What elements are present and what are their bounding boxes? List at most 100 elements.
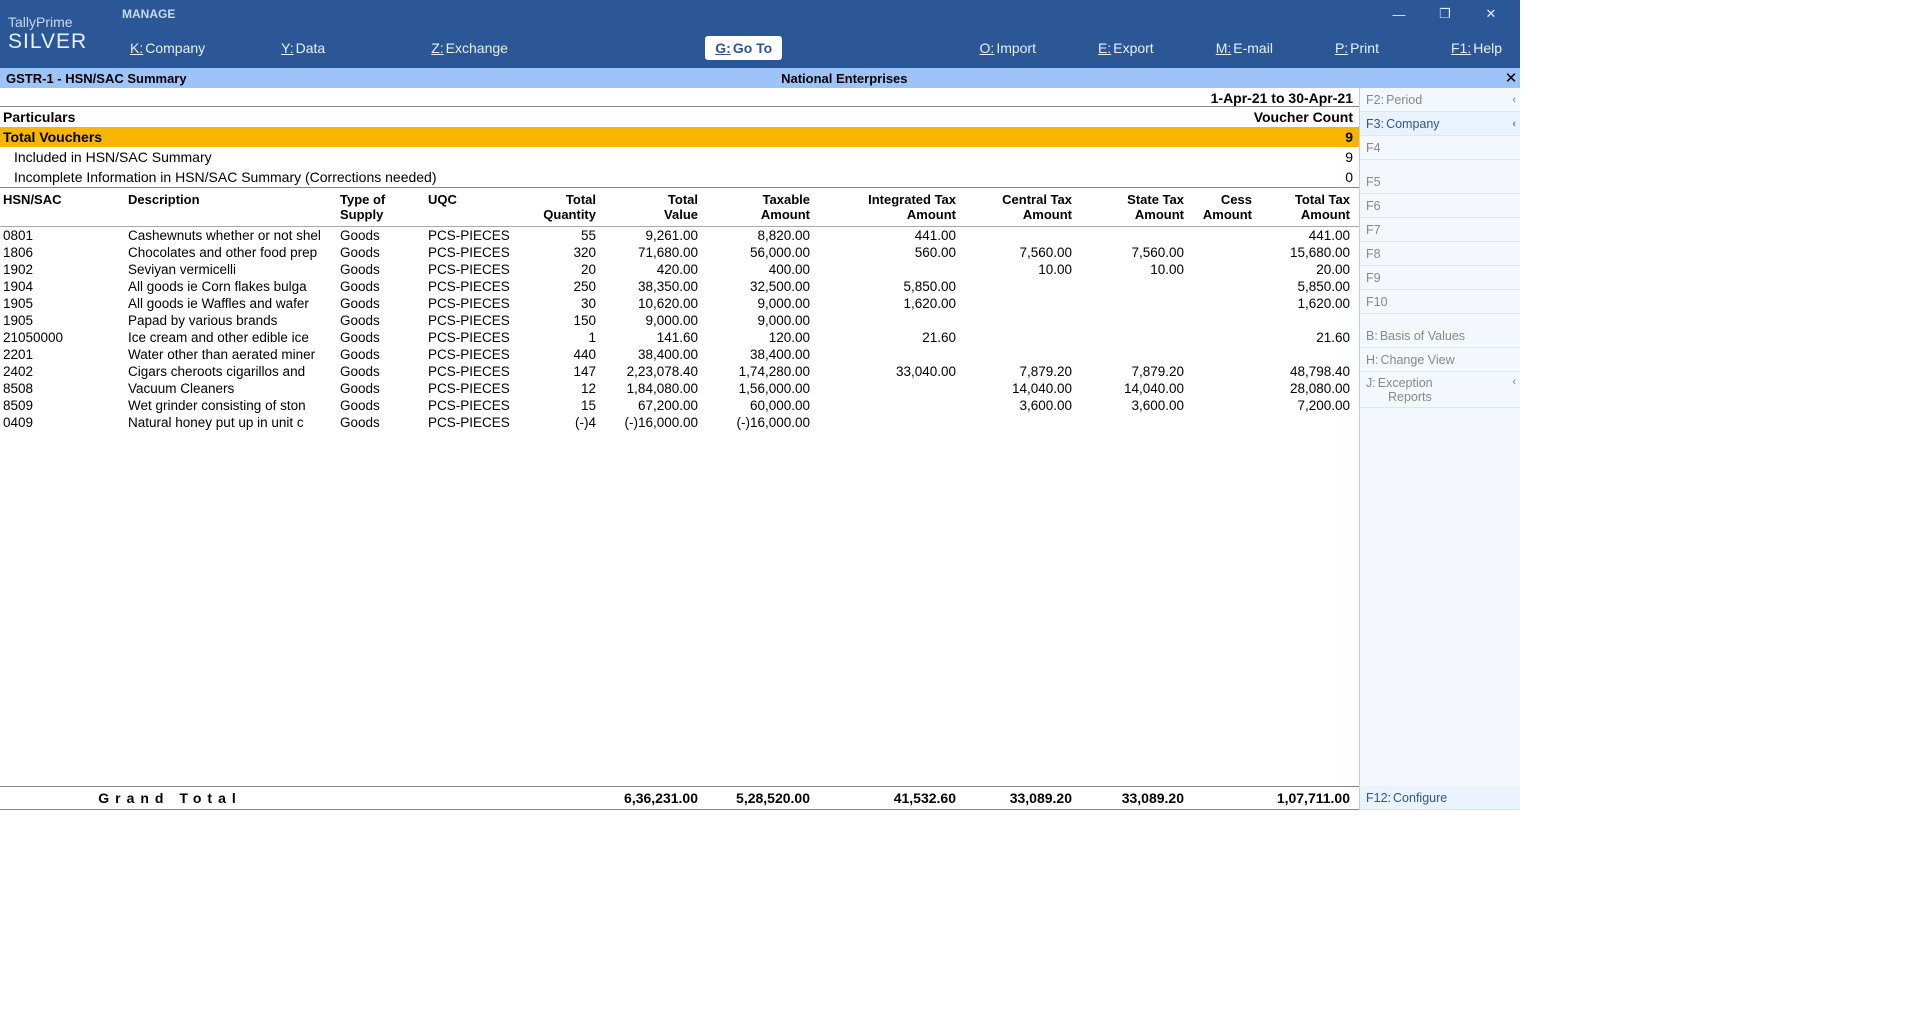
- side-f9[interactable]: F9: [1360, 266, 1520, 290]
- table-row[interactable]: 1905All goods ie Waffles and waferGoodsP…: [0, 295, 1359, 312]
- side-f10[interactable]: F10: [1360, 290, 1520, 314]
- manage-label[interactable]: MANAGE: [122, 7, 175, 21]
- cell-sgst: [1072, 296, 1184, 311]
- included-row[interactable]: Included in HSN/SAC Summary 9: [0, 147, 1359, 167]
- cell-qty: 250: [524, 279, 596, 294]
- menu-email[interactable]: M:E-mail: [1208, 28, 1281, 68]
- cell-val: 141.60: [596, 330, 698, 345]
- side-f4[interactable]: F4: [1360, 136, 1520, 160]
- side-f8[interactable]: F8: [1360, 242, 1520, 266]
- col-sgst: State Tax: [1127, 192, 1184, 207]
- menu-exchange[interactable]: Z:Exchange: [423, 28, 516, 68]
- cell-qty: 150: [524, 313, 596, 328]
- cell-desc: Vacuum Cleaners: [128, 381, 340, 396]
- report-header: GSTR-1 - HSN/SAC Summary National Enterp…: [0, 68, 1520, 88]
- maximize-icon[interactable]: ❐: [1422, 0, 1468, 28]
- cell-igst: 5,850.00: [810, 279, 956, 294]
- table-row[interactable]: 1806Chocolates and other food prepGoodsP…: [0, 244, 1359, 261]
- cell-cgst: [956, 330, 1072, 345]
- side-change-view[interactable]: H:Change View: [1360, 348, 1520, 372]
- side-f3-company[interactable]: F3:Company‹: [1360, 112, 1520, 136]
- cell-qty: 15: [524, 398, 596, 413]
- table-row[interactable]: 1905Papad by various brandsGoodsPCS-PIEC…: [0, 312, 1359, 329]
- grand-total-label: Grand Total: [0, 790, 340, 806]
- cell-hsn: 2402: [0, 364, 128, 379]
- total-vouchers-row[interactable]: Total Vouchers 9: [0, 127, 1359, 147]
- table-row[interactable]: 0801Cashewnuts whether or not shelGoodsP…: [0, 227, 1359, 244]
- cell-uqc: PCS-PIECES: [428, 228, 524, 243]
- menu-data[interactable]: Y:Data: [273, 28, 333, 68]
- cell-tax: 56,000.00: [698, 245, 810, 260]
- side-f2-period[interactable]: F2:Period‹: [1360, 88, 1520, 112]
- report-close-icon[interactable]: ✕: [1502, 69, 1520, 87]
- table-row[interactable]: 1904All goods ie Corn flakes bulgaGoodsP…: [0, 278, 1359, 295]
- table-row[interactable]: 2402Cigars cheroots cigarillos andGoodsP…: [0, 363, 1359, 380]
- menu-help[interactable]: F1:Help: [1443, 28, 1510, 68]
- cell-type: Goods: [340, 381, 428, 396]
- menu-goto[interactable]: G:Go To: [705, 36, 782, 60]
- cell-hsn: 2201: [0, 347, 128, 362]
- side-basis-values[interactable]: B:Basis of Values: [1360, 324, 1520, 348]
- cell-cess: [1184, 245, 1252, 260]
- cell-tot: [1252, 313, 1356, 328]
- cell-cgst: [956, 228, 1072, 243]
- cell-desc: All goods ie Waffles and wafer: [128, 296, 340, 311]
- col-uqc: UQC: [428, 192, 457, 207]
- cell-hsn: 1902: [0, 262, 128, 277]
- report-title: GSTR-1 - HSN/SAC Summary: [0, 71, 187, 86]
- cell-qty: 30: [524, 296, 596, 311]
- cell-tot: [1252, 347, 1356, 362]
- cell-igst: [810, 313, 956, 328]
- cell-tax: 38,400.00: [698, 347, 810, 362]
- cell-tax: 1,74,280.00: [698, 364, 810, 379]
- cell-tot: [1252, 415, 1356, 430]
- cell-tot: 48,798.40: [1252, 364, 1356, 379]
- side-f6[interactable]: F6: [1360, 194, 1520, 218]
- col-total-tax: Total Tax: [1295, 192, 1350, 207]
- cell-qty: 320: [524, 245, 596, 260]
- cell-tot: 5,850.00: [1252, 279, 1356, 294]
- cell-uqc: PCS-PIECES: [428, 381, 524, 396]
- cell-uqc: PCS-PIECES: [428, 262, 524, 277]
- cell-hsn: 8508: [0, 381, 128, 396]
- cell-cgst: 7,560.00: [956, 245, 1072, 260]
- table-row[interactable]: 0409Natural honey put up in unit cGoodsP…: [0, 414, 1359, 431]
- cell-uqc: PCS-PIECES: [428, 245, 524, 260]
- cell-cess: [1184, 347, 1252, 362]
- cell-cess: [1184, 330, 1252, 345]
- cell-uqc: PCS-PIECES: [428, 330, 524, 345]
- cell-val: 67,200.00: [596, 398, 698, 413]
- minimize-icon[interactable]: —: [1376, 0, 1422, 28]
- menu-export[interactable]: E:Export: [1090, 28, 1162, 68]
- cell-tot: 441.00: [1252, 228, 1356, 243]
- cell-cess: [1184, 415, 1252, 430]
- menu-print[interactable]: P:Print: [1327, 28, 1387, 68]
- col-qty: Total: [566, 192, 596, 207]
- table-row[interactable]: 8508Vacuum CleanersGoodsPCS-PIECES121,84…: [0, 380, 1359, 397]
- cell-cess: [1184, 279, 1252, 294]
- app-name-bottom: SILVER: [8, 30, 108, 54]
- side-f5[interactable]: F5: [1360, 170, 1520, 194]
- cell-type: Goods: [340, 296, 428, 311]
- table-row[interactable]: 2201Water other than aerated minerGoodsP…: [0, 346, 1359, 363]
- table-row[interactable]: 21050000Ice cream and other edible iceGo…: [0, 329, 1359, 346]
- incomplete-row[interactable]: Incomplete Information in HSN/SAC Summar…: [0, 167, 1359, 187]
- table-row[interactable]: 8509Wet grinder consisting of stonGoodsP…: [0, 397, 1359, 414]
- cell-cgst: [956, 279, 1072, 294]
- cell-qty: 55: [524, 228, 596, 243]
- cell-desc: Cashewnuts whether or not shel: [128, 228, 340, 243]
- menu-company[interactable]: K:Company: [122, 28, 213, 68]
- close-icon[interactable]: ✕: [1468, 0, 1514, 28]
- cell-val: 420.00: [596, 262, 698, 277]
- cell-val: 10,620.00: [596, 296, 698, 311]
- cell-type: Goods: [340, 330, 428, 345]
- side-f12-configure[interactable]: F12:Configure: [1360, 786, 1520, 810]
- cell-igst: 560.00: [810, 245, 956, 260]
- side-f7[interactable]: F7: [1360, 218, 1520, 242]
- cell-qty: 12: [524, 381, 596, 396]
- cell-igst: [810, 415, 956, 430]
- side-exception-reports[interactable]: J:ExceptionReports ‹: [1360, 372, 1520, 408]
- table-row[interactable]: 1902Seviyan vermicelliGoodsPCS-PIECES204…: [0, 261, 1359, 278]
- cell-hsn: 0409: [0, 415, 128, 430]
- menu-import[interactable]: O:Import: [972, 28, 1044, 68]
